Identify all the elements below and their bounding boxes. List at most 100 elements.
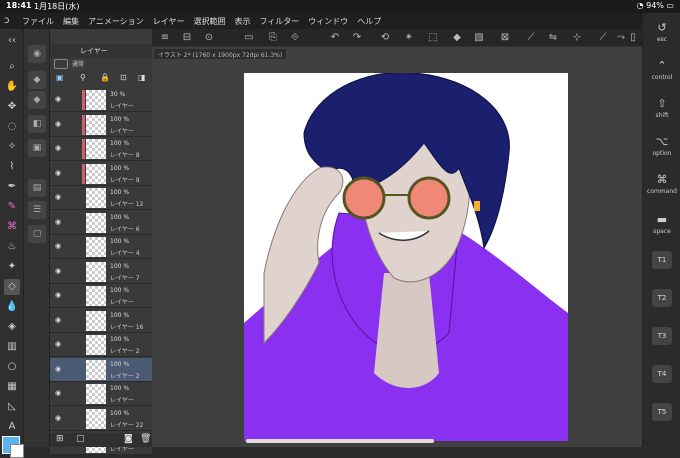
ruler-icon[interactable]: ◺ bbox=[4, 399, 20, 415]
magic-wand-icon[interactable]: ✧ bbox=[4, 139, 20, 155]
decoration-icon[interactable]: ✦ bbox=[4, 259, 20, 275]
fill-icon[interactable]: ◈ bbox=[4, 319, 20, 335]
menu-icon[interactable]: ≡ bbox=[158, 31, 172, 45]
layer-row[interactable]: ◉ 100 % レイヤー 7 bbox=[50, 259, 152, 284]
layer-row[interactable]: ◉ 100 % レイヤー 2 bbox=[50, 357, 152, 382]
layer-row[interactable]: ◉ 100 % レイヤー bbox=[50, 382, 152, 406]
phone-icon[interactable]: ▯ bbox=[626, 31, 640, 45]
lock-alpha-icon[interactable]: ⊡ bbox=[120, 73, 127, 82]
visibility-eye-icon[interactable]: ◉ bbox=[55, 365, 61, 373]
mask-add-icon[interactable]: ◙ bbox=[124, 434, 133, 444]
frame-icon[interactable]: ▦ bbox=[4, 379, 20, 395]
subtool-3-icon[interactable]: ◆ bbox=[28, 91, 46, 109]
canvas-tab[interactable]: イラスト 2* (1760 x 1900px 72dpi 61.3%) bbox=[154, 49, 287, 59]
new-layer-icon[interactable]: ⊞ bbox=[56, 434, 64, 444]
menu-item[interactable]: 選択範囲 bbox=[193, 16, 225, 27]
visibility-eye-icon[interactable]: ◉ bbox=[55, 169, 61, 177]
menu-item[interactable]: フィルター bbox=[259, 16, 299, 27]
undo-icon[interactable]: ↶ bbox=[328, 31, 342, 45]
app-logo-icon[interactable]: ↄ bbox=[4, 15, 16, 27]
layers-icon[interactable]: ☰ bbox=[28, 201, 46, 219]
layer-props-icon[interactable]: ▭ bbox=[242, 31, 256, 45]
canvas-settings-icon[interactable]: ⊟ bbox=[180, 31, 194, 45]
layer-row[interactable]: ◉ 100 % レイヤー 16 bbox=[50, 308, 152, 333]
t1-key[interactable]: T1 bbox=[652, 251, 672, 269]
layer-row[interactable]: ◉ 100 % レイヤー bbox=[50, 284, 152, 308]
airbrush-icon[interactable]: ♨ bbox=[4, 239, 20, 255]
esc-key[interactable]: ↺ esc bbox=[647, 21, 677, 43]
layer-row[interactable]: ◉ 100 % レイヤー 8 bbox=[50, 137, 152, 161]
redo-icon[interactable]: ↷ bbox=[350, 31, 364, 45]
grid-icon[interactable]: ⊠ bbox=[498, 31, 512, 45]
illustration-canvas[interactable] bbox=[244, 73, 568, 441]
layer-row[interactable]: ◉ 100 % レイヤー 6 bbox=[50, 210, 152, 235]
visibility-eye-icon[interactable]: ◉ bbox=[55, 242, 61, 250]
save-icon[interactable]: ⊙ bbox=[202, 31, 216, 45]
t2-key[interactable]: T2 bbox=[652, 289, 672, 307]
invert-icon[interactable]: ◆ bbox=[450, 31, 464, 45]
visibility-eye-icon[interactable]: ◉ bbox=[55, 267, 61, 275]
shift-key[interactable]: ⇧ shift bbox=[647, 97, 677, 119]
blend-mode-label[interactable]: 通常 bbox=[72, 59, 84, 68]
menu-item[interactable]: ウィンドウ bbox=[308, 16, 348, 27]
subtool-1-icon[interactable]: ◉ bbox=[28, 45, 46, 63]
menu-item[interactable]: アニメーション bbox=[88, 16, 144, 27]
lock-icon[interactable]: 🔒 bbox=[100, 73, 110, 82]
t5-key[interactable]: T5 bbox=[652, 403, 672, 421]
pen-icon[interactable]: ✒ bbox=[4, 179, 20, 195]
subtool-4-icon[interactable]: ◧ bbox=[28, 115, 46, 133]
sub-color-swatch[interactable] bbox=[10, 444, 24, 458]
fit-icon[interactable]: ⊹ bbox=[570, 31, 584, 45]
perspective-icon[interactable]: ⟋ bbox=[524, 31, 538, 45]
layer-row[interactable]: ◉ 100 % レイヤー 4 bbox=[50, 235, 152, 259]
fill-canvas-icon[interactable]: ⟐ bbox=[288, 31, 302, 45]
eraser-icon[interactable]: ◇ bbox=[4, 279, 20, 295]
move-icon[interactable]: ✥ bbox=[4, 99, 20, 115]
eyedropper-icon[interactable]: ⌇ bbox=[4, 159, 20, 175]
control-key[interactable]: ⌃ control bbox=[647, 59, 677, 81]
visibility-eye-icon[interactable]: ◉ bbox=[55, 316, 61, 324]
pen-pressure-icon[interactable]: ⟋ bbox=[596, 31, 610, 45]
pencil-icon[interactable]: ✎ bbox=[4, 199, 20, 215]
menu-item[interactable]: レイヤー bbox=[153, 16, 185, 27]
visibility-eye-icon[interactable]: ◉ bbox=[55, 218, 61, 226]
visibility-eye-icon[interactable]: ◉ bbox=[55, 340, 61, 348]
blend-icon[interactable]: 💧 bbox=[4, 299, 20, 315]
layer-row[interactable]: ◉ 100 % レイヤー 22 bbox=[50, 406, 152, 431]
menu-item[interactable]: 編集 bbox=[63, 16, 79, 27]
visibility-eye-icon[interactable]: ◉ bbox=[55, 389, 61, 397]
visibility-eye-icon[interactable]: ◉ bbox=[55, 120, 61, 128]
command-key[interactable]: ⌘ command bbox=[647, 173, 677, 195]
reference-icon[interactable]: ⚲ bbox=[80, 73, 86, 82]
lasso-icon[interactable]: ◌ bbox=[4, 119, 20, 135]
subtool-6-icon[interactable]: ▤ bbox=[28, 179, 46, 197]
visibility-eye-icon[interactable]: ◉ bbox=[55, 414, 61, 422]
menu-item[interactable]: 表示 bbox=[234, 16, 250, 27]
shape-icon[interactable]: ○ bbox=[4, 359, 20, 375]
visibility-eye-icon[interactable]: ◉ bbox=[55, 291, 61, 299]
snap-icon[interactable]: ✴ bbox=[402, 31, 416, 45]
option-key[interactable]: ⌥ option bbox=[647, 135, 677, 157]
mask-icon[interactable]: ◨ bbox=[138, 73, 146, 82]
ruler-snap-icon[interactable]: ▧ bbox=[472, 31, 486, 45]
space-key[interactable]: ▬ space bbox=[647, 213, 677, 235]
layer-row[interactable]: ◉ 100 % レイヤー bbox=[50, 112, 152, 137]
text-icon[interactable]: A bbox=[4, 419, 20, 435]
visibility-eye-icon[interactable]: ◉ bbox=[55, 95, 61, 103]
layer-row[interactable]: ◉ 100 % レイヤー 12 bbox=[50, 186, 152, 210]
menu-item[interactable]: ファイル bbox=[22, 16, 54, 27]
layer-settings-icon[interactable] bbox=[54, 59, 68, 69]
gradient-icon[interactable]: ▥ bbox=[4, 339, 20, 355]
t4-key[interactable]: T4 bbox=[652, 365, 672, 383]
subtool-5-icon[interactable]: ▣ bbox=[28, 139, 46, 157]
canvas-area[interactable]: イラスト 2* (1760 x 1900px 72dpi 61.3%) bbox=[152, 47, 642, 447]
zoom-icon[interactable]: ⌕ bbox=[4, 59, 20, 75]
hand-icon[interactable]: ✋ bbox=[4, 79, 20, 95]
menu-item[interactable]: ヘルプ bbox=[357, 16, 381, 27]
transform-icon[interactable]: ⟲ bbox=[378, 31, 392, 45]
new-canvas-icon[interactable]: ⎘ bbox=[266, 31, 280, 45]
brush-icon[interactable]: ⌘ bbox=[4, 219, 20, 235]
new-folder-icon[interactable]: ▢ bbox=[76, 434, 85, 444]
layer-row[interactable]: ◉ 100 % レイヤー 9 bbox=[50, 161, 152, 186]
deselect-icon[interactable]: ⬚ bbox=[426, 31, 440, 45]
